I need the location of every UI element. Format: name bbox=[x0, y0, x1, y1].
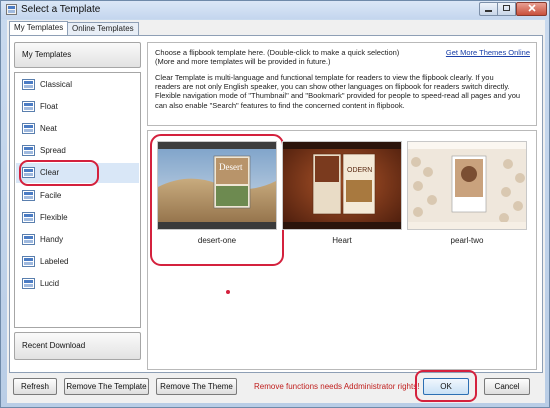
template-icon bbox=[22, 190, 35, 201]
sidebar-item-label: Facile bbox=[40, 191, 62, 200]
template-info-box: Choose a flipbook template here. (Double… bbox=[147, 42, 537, 126]
highlight-ring bbox=[19, 160, 99, 186]
sidebar-item-label: Classical bbox=[40, 80, 73, 89]
tab-online-templates[interactable]: Online Templates bbox=[67, 22, 139, 36]
tab-my-templates[interactable]: My Templates bbox=[9, 21, 69, 36]
cover-text: Desert bbox=[219, 162, 243, 172]
sidebar-item-label: Lucid bbox=[40, 279, 60, 288]
remove-template-button[interactable]: Remove The Template bbox=[64, 378, 149, 395]
get-more-themes-link[interactable]: Get More Themes Online bbox=[446, 48, 530, 57]
title-bar[interactable]: Select a Template bbox=[1, 1, 549, 19]
sidebar-item-handy[interactable]: Handy bbox=[16, 230, 139, 250]
sidebar-item-labeled[interactable]: Labeled bbox=[16, 252, 139, 272]
sidebar-item-lucid[interactable]: Lucid bbox=[16, 274, 139, 294]
annotation-dot bbox=[226, 290, 230, 294]
sidebar-item-label: Spread bbox=[40, 146, 66, 155]
sidebar-item-label: Neat bbox=[40, 124, 57, 133]
admin-rights-notice: Remove functions needs Addministrator ri… bbox=[254, 382, 420, 391]
template-description: Clear Template is multi-language and fun… bbox=[155, 73, 521, 110]
sidebar-item-clear[interactable]: Clear bbox=[16, 160, 139, 186]
ok-button[interactable]: OK bbox=[423, 378, 469, 395]
theme-card-desert-one[interactable]: Desert desert-one bbox=[157, 141, 277, 251]
dialog-window: Select a Template My Templates Online Te… bbox=[0, 0, 550, 408]
sidebar-item-classical[interactable]: Classical bbox=[16, 75, 139, 95]
theme-thumbnail: Desert bbox=[157, 141, 277, 230]
tab-panel: My Templates Classical Float Neat Spread bbox=[9, 35, 543, 373]
app-icon bbox=[6, 4, 17, 15]
window-title: Select a Template bbox=[21, 4, 101, 15]
sidebar-item-facile[interactable]: Facile bbox=[16, 186, 139, 206]
template-icon bbox=[22, 256, 35, 267]
sidebar-item-label: Float bbox=[40, 102, 58, 111]
template-icon bbox=[22, 101, 35, 112]
minimize-icon bbox=[485, 10, 492, 12]
sidebar-item-label: Labeled bbox=[40, 257, 69, 266]
template-icon bbox=[22, 123, 35, 134]
maximize-button[interactable] bbox=[497, 2, 516, 16]
remove-theme-button[interactable]: Remove The Theme bbox=[156, 378, 237, 395]
theme-card-heart[interactable]: ODERN Heart bbox=[282, 141, 402, 251]
theme-thumbnail: ODERN bbox=[282, 141, 402, 230]
sidebar-item-label: Handy bbox=[40, 235, 64, 244]
template-list: Classical Float Neat Spread Clear Facile… bbox=[14, 72, 141, 328]
theme-card-label: pearl-two bbox=[450, 236, 484, 245]
template-icon bbox=[22, 234, 35, 245]
refresh-button[interactable]: Refresh bbox=[13, 378, 57, 395]
template-icon bbox=[22, 79, 35, 90]
sidebar-header-my-templates[interactable]: My Templates bbox=[14, 42, 141, 68]
close-icon bbox=[527, 4, 536, 12]
heart-thumbnail-image: ODERN bbox=[283, 142, 401, 229]
template-icon bbox=[22, 145, 35, 156]
template-icon bbox=[22, 212, 35, 223]
template-icon bbox=[22, 278, 35, 289]
sidebar-item-label: Flexible bbox=[40, 213, 68, 222]
theme-card-pearl-two[interactable]: pearl-two bbox=[407, 141, 527, 251]
theme-card-label: desert-one bbox=[197, 236, 237, 245]
sidebar-item-neat[interactable]: Neat bbox=[16, 119, 139, 139]
maximize-icon bbox=[503, 5, 510, 11]
theme-gallery: Desert desert-one ODERN Heart pearl-two bbox=[147, 130, 537, 370]
sidebar-item-spread[interactable]: Spread bbox=[16, 141, 139, 161]
close-button[interactable] bbox=[516, 2, 547, 16]
cover-text: ODERN bbox=[347, 167, 372, 174]
desert-thumbnail-image: Desert bbox=[158, 142, 276, 229]
theme-thumbnail bbox=[407, 141, 527, 230]
recent-download-button[interactable]: Recent Download bbox=[14, 332, 141, 360]
dialog-client-area: My Templates Online Templates My Templat… bbox=[7, 20, 545, 403]
sidebar-item-float[interactable]: Float bbox=[16, 97, 139, 117]
pearl-thumbnail-image bbox=[408, 142, 526, 229]
sidebar-item-flexible[interactable]: Flexible bbox=[16, 208, 139, 228]
minimize-button[interactable] bbox=[479, 2, 498, 16]
hint-text: Choose a flipbook template here. (Double… bbox=[155, 48, 400, 66]
theme-card-label: Heart bbox=[332, 236, 352, 245]
cancel-button[interactable]: Cancel bbox=[484, 378, 530, 395]
